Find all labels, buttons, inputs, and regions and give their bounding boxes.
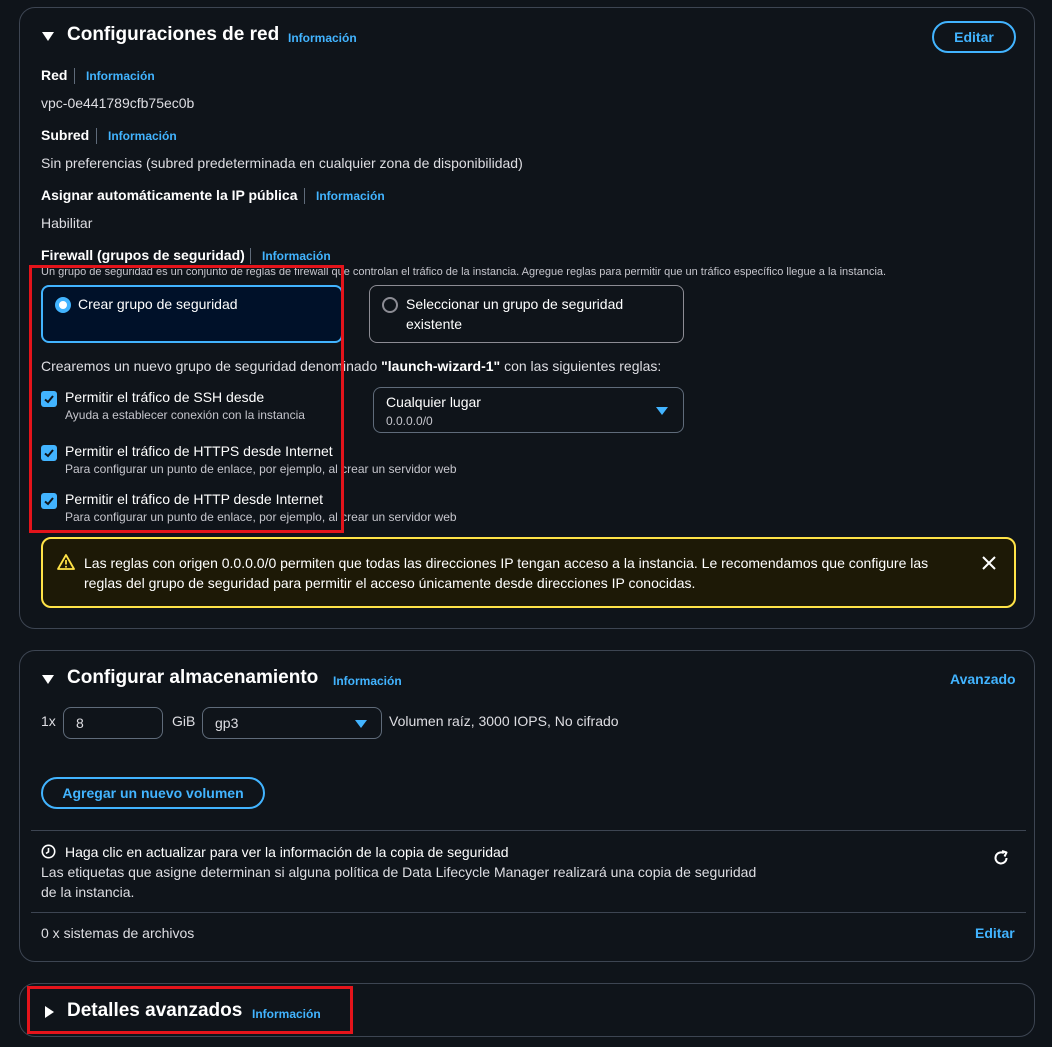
storage-section-title: Configurar almacenamiento	[67, 667, 319, 688]
warning-text-line2: reglas del grupo de seguridad para permi…	[84, 575, 696, 591]
vpc-value: vpc-0e441789cfb75ec0b	[41, 95, 195, 111]
divider	[96, 128, 97, 144]
firewall-description: Un grupo de seguridad es un conjunto de …	[41, 266, 887, 278]
ssh-source-sub: 0.0.0.0/0	[386, 414, 433, 428]
filesystems-edit-link[interactable]: Editar	[975, 925, 1015, 941]
https-checkbox[interactable]	[41, 445, 57, 461]
advanced-section-title: Detalles avanzados	[67, 1000, 243, 1021]
firewall-label: Firewall (grupos de seguridad)	[41, 247, 245, 263]
ssh-checkbox[interactable]	[41, 391, 57, 407]
radio-button-icon[interactable]	[382, 297, 398, 313]
divider	[31, 912, 1026, 913]
expand-caret-icon[interactable]	[45, 1006, 54, 1018]
volume-summary: Volumen raíz, 3000 IOPS, No cifrado	[389, 713, 619, 729]
refresh-icon[interactable]	[992, 849, 1010, 867]
select-security-group-option[interactable]: Seleccionar un grupo de seguridad existe…	[369, 285, 684, 343]
collapse-caret-icon[interactable]	[42, 32, 54, 41]
storage-info-link[interactable]: Información	[333, 674, 402, 688]
http-rule-label: Permitir el tráfico de HTTP desde Intern…	[65, 491, 324, 507]
create-security-group-note: Crearemos un nuevo grupo de seguridad de…	[41, 358, 661, 374]
select-security-group-label-line1: Seleccionar un grupo de seguridad	[406, 296, 624, 312]
ssh-rule-label: Permitir el tráfico de SSH desde	[65, 389, 265, 405]
collapse-caret-icon[interactable]	[42, 675, 54, 684]
public-ip-value: Habilitar	[41, 215, 93, 231]
backup-desc-line2: de la instancia.	[41, 884, 135, 900]
https-rule-desc: Para configurar un punto de enlace, por …	[65, 462, 457, 476]
close-icon[interactable]	[982, 556, 996, 570]
note-prefix: Crearemos un nuevo grupo de seguridad de…	[41, 358, 382, 374]
divider	[304, 188, 305, 204]
open-access-warning: Las reglas con origen 0.0.0.0/0 permiten…	[41, 537, 1016, 608]
filesystems-label: 0 x sistemas de archivos	[41, 925, 195, 941]
volume-size-unit: GiB	[172, 713, 196, 729]
network-section-title: Configuraciones de red	[67, 24, 280, 45]
subnet-value: Sin preferencias (subred predeterminada …	[41, 155, 523, 171]
create-security-group-label: Crear grupo de seguridad	[78, 296, 238, 312]
warning-icon	[57, 554, 75, 570]
add-volume-button[interactable]: Agregar un nuevo volumen	[41, 777, 265, 809]
ssh-source-select[interactable]: Cualquier lugar 0.0.0.0/0	[373, 387, 684, 433]
network-settings-panel: Configuraciones de red Información Edita…	[19, 7, 1035, 629]
radio-button-icon[interactable]	[55, 297, 71, 313]
volume-size-input[interactable]: 8	[63, 707, 163, 739]
security-group-name: "launch-wizard-1"	[381, 358, 501, 374]
ssh-rule-desc: Ayuda a establecer conexión con la insta…	[65, 408, 305, 422]
https-rule-label: Permitir el tráfico de HTTPS desde Inter…	[65, 443, 333, 459]
advanced-link[interactable]: Avanzado	[950, 671, 1016, 687]
subnet-info-link[interactable]: Información	[108, 129, 177, 143]
check-icon	[44, 497, 54, 506]
select-security-group-label-line2: existente	[406, 316, 463, 332]
advanced-info-link[interactable]: Información	[252, 1007, 321, 1021]
vpc-info-link[interactable]: Información	[86, 69, 155, 83]
vpc-label: Red	[41, 67, 68, 83]
network-edit-button[interactable]: Editar	[932, 21, 1016, 53]
chevron-down-icon	[355, 720, 367, 728]
check-icon	[44, 395, 54, 404]
storage-panel: Configurar almacenamiento Información Av…	[19, 650, 1035, 962]
check-icon	[44, 449, 54, 458]
http-checkbox[interactable]	[41, 493, 57, 509]
divider	[31, 830, 1026, 831]
network-info-link[interactable]: Información	[288, 31, 357, 45]
volume-type-value: gp3	[215, 715, 239, 731]
create-security-group-option[interactable]: Crear grupo de seguridad	[41, 285, 343, 343]
clock-icon	[41, 844, 56, 859]
divider	[74, 68, 75, 84]
firewall-info-link[interactable]: Información	[262, 249, 331, 263]
divider	[250, 248, 251, 264]
warning-text-line1: Las reglas con origen 0.0.0.0/0 permiten…	[84, 555, 929, 571]
chevron-down-icon	[656, 407, 668, 415]
backup-desc-line1: Las etiquetas que asigne determinan si a…	[41, 864, 757, 880]
subnet-label: Subred	[41, 127, 90, 143]
public-ip-info-link[interactable]: Información	[316, 189, 385, 203]
volume-type-select[interactable]: gp3	[202, 707, 382, 739]
note-suffix: con las siguientes reglas:	[500, 358, 662, 374]
advanced-details-panel[interactable]: Detalles avanzados Información	[19, 983, 1035, 1037]
volume-count: 1x	[41, 713, 56, 729]
public-ip-label: Asignar automáticamente la IP pública	[41, 187, 298, 203]
http-rule-desc: Para configurar un punto de enlace, por …	[65, 510, 457, 524]
ssh-source-value: Cualquier lugar	[386, 394, 481, 410]
backup-title: Haga clic en actualizar para ver la info…	[65, 844, 509, 860]
